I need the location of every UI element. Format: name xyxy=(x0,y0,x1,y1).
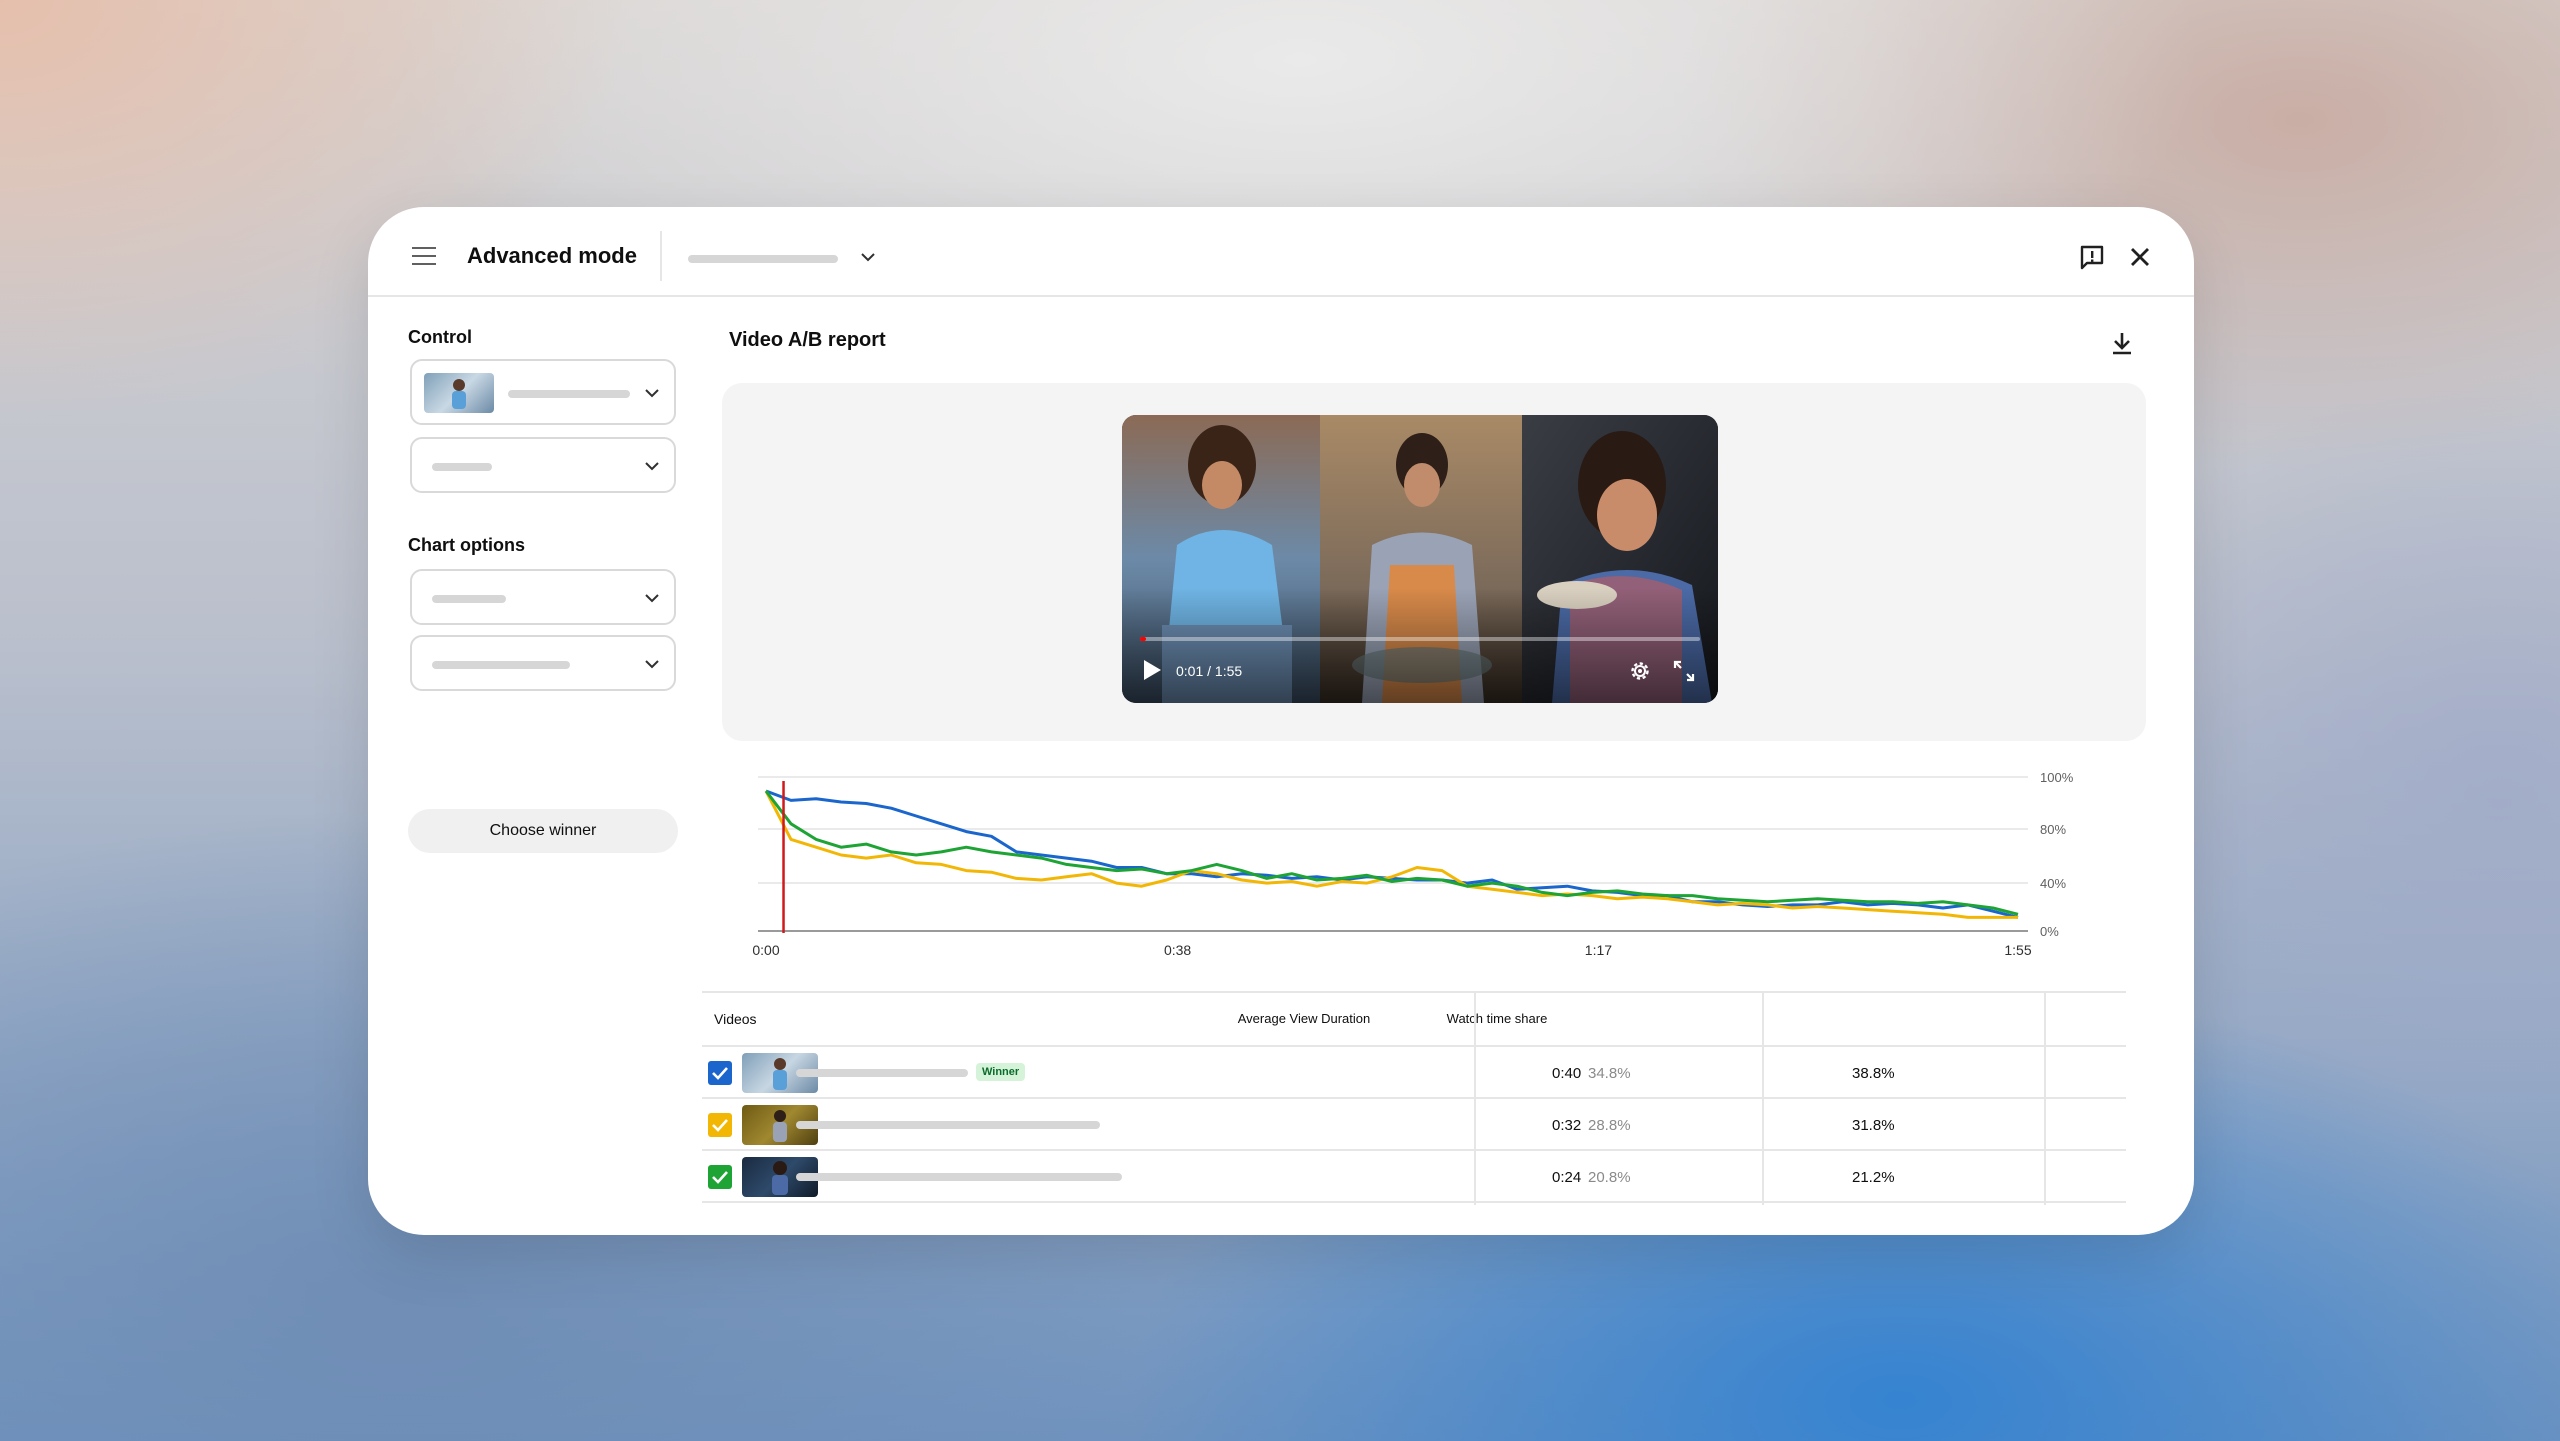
video-thumbnail xyxy=(424,373,494,413)
chevron-down-icon xyxy=(645,389,659,398)
column-header-avd: Average View Duration xyxy=(1237,1011,1371,1026)
avd-percent: 20.8% xyxy=(1588,1169,1631,1186)
divider xyxy=(702,1149,2126,1151)
feedback-icon[interactable] xyxy=(2078,243,2106,271)
fullscreen-icon[interactable] xyxy=(1672,659,1696,683)
video-checkbox[interactable] xyxy=(708,1165,732,1189)
video-time: 0:01 / 1:55 xyxy=(1176,663,1243,679)
x-tick-label: 1:17 xyxy=(1585,942,1612,958)
divider xyxy=(702,1201,2126,1203)
video-checkbox[interactable] xyxy=(708,1113,732,1137)
chart-option-select-2[interactable] xyxy=(410,635,676,691)
download-icon[interactable] xyxy=(2108,329,2136,357)
chevron-down-icon xyxy=(645,594,659,603)
placeholder-bar xyxy=(432,661,570,669)
avd-value: 0:32 xyxy=(1552,1117,1582,1134)
avd-percent: 34.8% xyxy=(1588,1065,1631,1082)
placeholder-bar xyxy=(688,255,838,263)
placeholder-bar xyxy=(508,390,630,398)
page-title: Advanced mode xyxy=(467,243,637,268)
column-header-videos: Videos xyxy=(714,1011,757,1027)
video-title-placeholder xyxy=(796,1069,968,1077)
progress-fill xyxy=(1140,637,1146,641)
sidebar: Control Chart options Choose winner xyxy=(408,297,678,1197)
x-tick-label: 0:00 xyxy=(752,942,779,958)
placeholder-bar xyxy=(432,595,506,603)
divider xyxy=(702,991,2126,993)
chevron-down-icon xyxy=(861,253,875,262)
video-player-area: 0:01 / 1:55 xyxy=(722,383,2146,741)
chart-options-label: Chart options xyxy=(408,535,525,555)
control-label: Control xyxy=(408,327,472,347)
y-tick-label: 80% xyxy=(2040,822,2066,837)
report-title: Video A/B report xyxy=(729,329,886,351)
chevron-down-icon xyxy=(645,462,659,471)
y-tick-label: 0% xyxy=(2040,924,2059,939)
divider xyxy=(660,231,662,281)
chart-option-select-1[interactable] xyxy=(410,569,676,625)
watch-time-share: 21.2% xyxy=(1852,1169,1895,1186)
y-tick-label: 100% xyxy=(2040,770,2074,785)
watch-time-share: 38.8% xyxy=(1852,1065,1895,1082)
watch-time-share: 31.8% xyxy=(1852,1117,1895,1134)
close-icon[interactable] xyxy=(2128,245,2152,269)
top-dropdown[interactable] xyxy=(678,245,888,269)
avd-value: 0:40 xyxy=(1552,1065,1582,1082)
y-tick-label: 40% xyxy=(2040,876,2066,891)
x-tick-label: 0:38 xyxy=(1164,942,1191,958)
x-tick-label: 1:55 xyxy=(2004,942,2031,958)
video-player[interactable]: 0:01 / 1:55 xyxy=(1122,415,1718,703)
video-title-placeholder xyxy=(796,1121,1100,1129)
retention-chart: 100% 80% 40% 0% 0:00 0:38 1:17 1:55 xyxy=(752,770,2074,958)
progress-track[interactable] xyxy=(1140,637,1700,641)
avd-value: 0:24 xyxy=(1552,1169,1582,1186)
avd-percent: 28.8% xyxy=(1588,1117,1631,1134)
column-header-watch-time: Watch time share xyxy=(1446,1011,1548,1026)
placeholder-bar xyxy=(432,463,492,471)
series-line-2 xyxy=(764,790,2019,916)
chevron-down-icon xyxy=(645,660,659,669)
divider xyxy=(702,1097,2126,1099)
top-bar: Advanced mode xyxy=(368,207,2194,297)
choose-winner-button[interactable]: Choose winner xyxy=(408,809,678,853)
play-icon[interactable] xyxy=(1142,659,1162,681)
winner-badge: Winner xyxy=(976,1063,1026,1081)
hamburger-icon[interactable] xyxy=(412,247,436,265)
control-video-select[interactable] xyxy=(410,359,676,425)
settings-gear-icon[interactable] xyxy=(1628,659,1652,683)
advanced-mode-window: Advanced mode Control Chart options Choo… xyxy=(368,207,2194,1235)
metric-select[interactable] xyxy=(410,437,676,493)
video-title-placeholder xyxy=(796,1173,1122,1181)
divider xyxy=(702,1045,2126,1047)
video-checkbox[interactable] xyxy=(708,1061,732,1085)
